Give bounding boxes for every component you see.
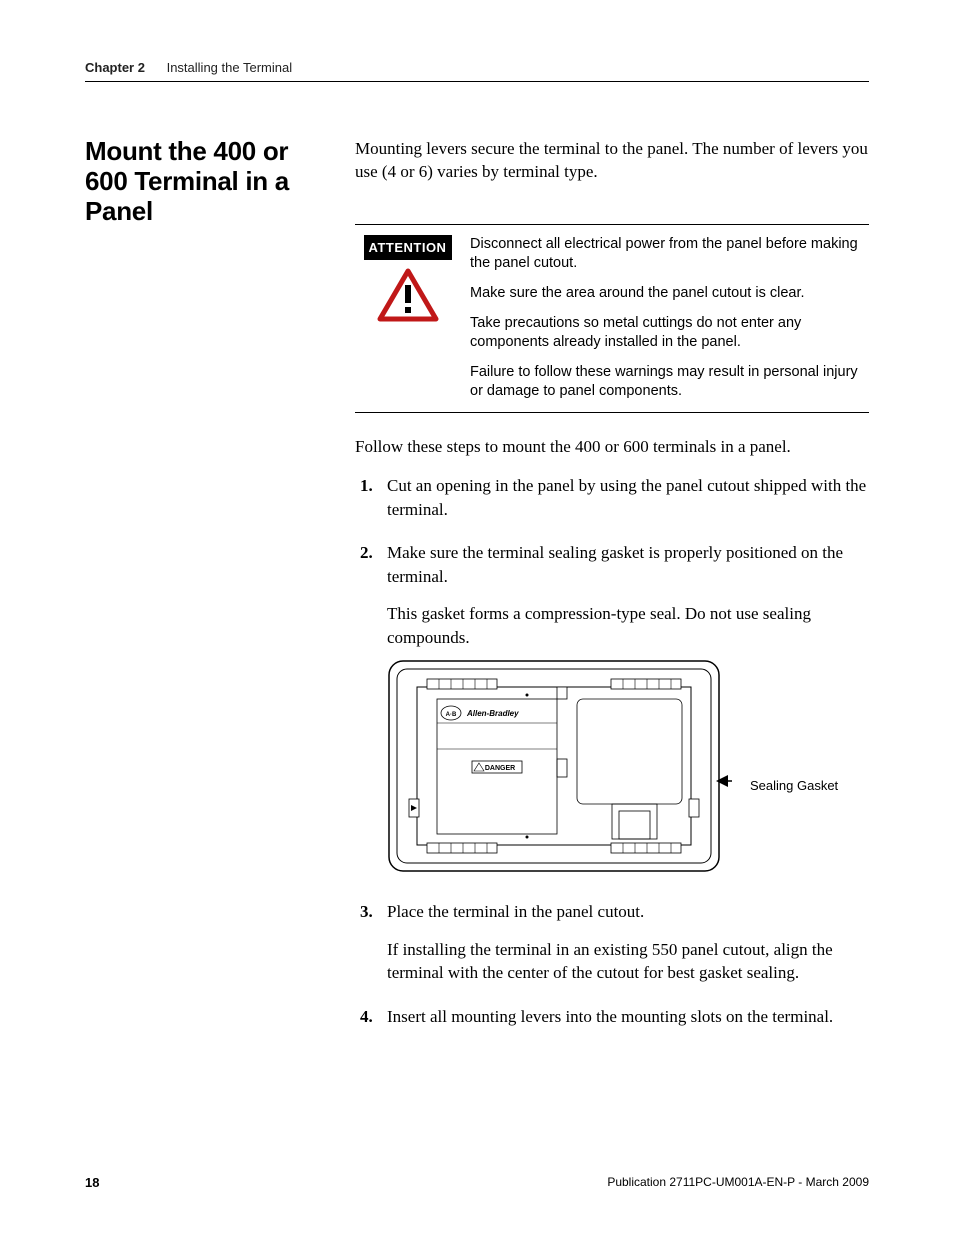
chapter-number: Chapter 2 [85, 60, 145, 75]
step-4-text: Insert all mounting levers into the moun… [387, 1007, 833, 1026]
attention-p3: Take precautions so metal cuttings do no… [470, 314, 869, 353]
step-4: Insert all mounting levers into the moun… [355, 1005, 869, 1028]
content-columns: Mount the 400 or 600 Terminal in a Panel… [85, 137, 869, 1048]
step-2-text: Make sure the terminal sealing gasket is… [387, 543, 843, 585]
attention-left: ATTENTION [355, 235, 460, 402]
attention-text: Disconnect all electrical power from the… [460, 235, 869, 402]
brand-text: Allen-Bradley [466, 709, 519, 718]
step-3-text: Place the terminal in the panel cutout. [387, 902, 644, 921]
step-2: Make sure the terminal sealing gasket is… [355, 541, 869, 880]
publication-id: Publication 2711PC-UM001A-EN-P - March 2… [607, 1175, 869, 1190]
attention-p4: Failure to follow these warnings may res… [470, 363, 869, 402]
terminal-diagram: A·B Allen-Bradley DANGER [387, 659, 732, 874]
chapter-title: Installing the Terminal [167, 60, 293, 75]
page-number: 18 [85, 1175, 99, 1190]
step-1-text: Cut an opening in the panel by using the… [387, 476, 866, 518]
steps-list: Cut an opening in the panel by using the… [355, 474, 869, 1028]
step-3-note: If installing the terminal in an existin… [387, 938, 869, 985]
danger-label: DANGER [485, 765, 515, 772]
lead-paragraph: Follow these steps to mount the 400 or 6… [355, 435, 869, 458]
attention-label: ATTENTION [364, 235, 452, 261]
body-column: Mounting levers secure the terminal to t… [355, 137, 869, 1048]
attention-p1: Disconnect all electrical power from the… [470, 235, 869, 274]
intro-paragraph: Mounting levers secure the terminal to t… [355, 137, 869, 184]
step-2-note: This gasket forms a compression-type sea… [387, 602, 869, 649]
side-heading: Mount the 400 or 600 Terminal in a Panel [85, 137, 355, 227]
warning-icon [377, 268, 439, 322]
terminal-figure: A·B Allen-Bradley DANGER [387, 659, 869, 880]
ab-badge: A·B [446, 712, 457, 718]
step-1: Cut an opening in the panel by using the… [355, 474, 869, 521]
sealing-gasket-callout: Sealing Gasket [750, 777, 838, 795]
attention-p2: Make sure the area around the panel cuto… [470, 284, 869, 304]
page-footer: 18 Publication 2711PC-UM001A-EN-P - Marc… [85, 1175, 869, 1190]
attention-box: ATTENTION Disconnect all electrical powe… [355, 224, 869, 413]
running-header: Chapter 2 Installing the Terminal [85, 60, 869, 82]
step-3: Place the terminal in the panel cutout. … [355, 900, 869, 984]
page: Chapter 2 Installing the Terminal Mount … [0, 0, 954, 1235]
